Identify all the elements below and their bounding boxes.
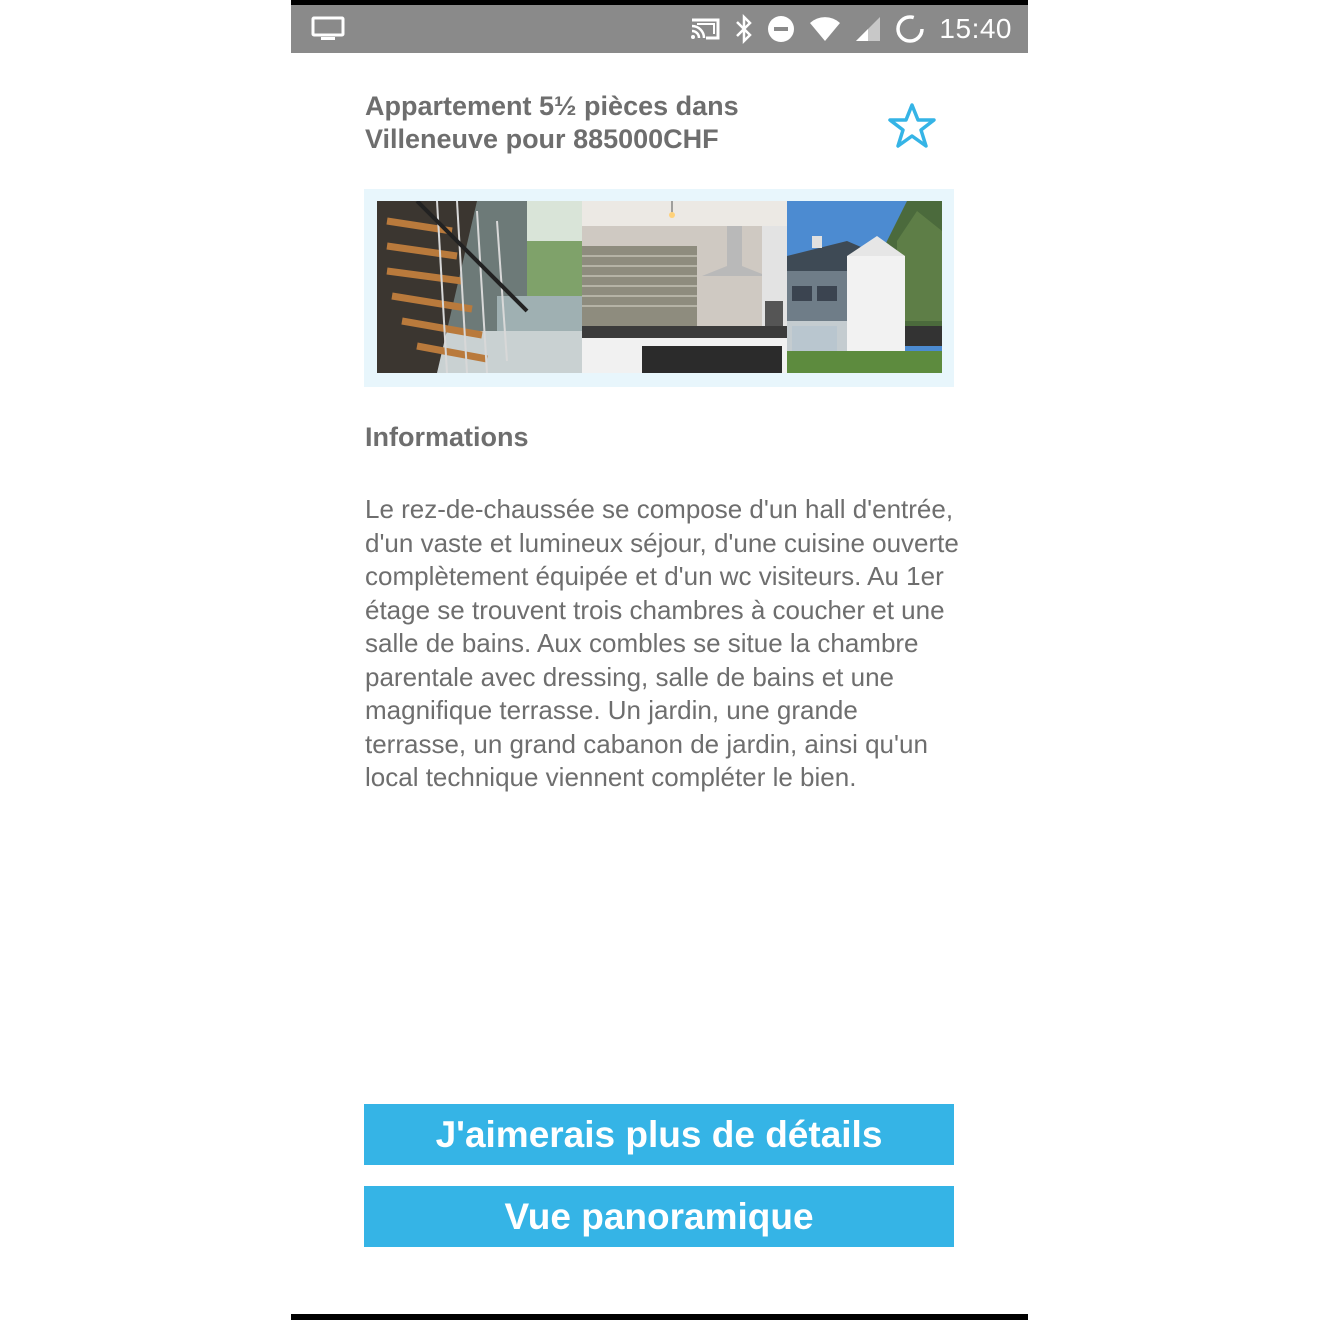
kitchen-photo[interactable]	[582, 201, 787, 373]
screen-icon	[311, 16, 345, 42]
cell-signal-icon	[855, 16, 881, 42]
status-bar: 15:40	[291, 5, 1028, 53]
battery-icon	[895, 14, 925, 44]
listing-title: Appartement 5½ pièces dans Villeneuve po…	[365, 91, 739, 154]
phone-screen: 15:40 Appartement 5½ pièces dans Villene…	[291, 0, 1028, 1320]
photo-gallery[interactable]	[364, 189, 954, 387]
bottom-edge	[291, 1314, 1028, 1320]
do-not-disturb-icon	[767, 15, 795, 43]
house-exterior-photo[interactable]	[787, 201, 942, 373]
cast-icon	[689, 16, 721, 42]
wifi-icon	[809, 16, 841, 42]
star-outline-icon[interactable]	[887, 102, 937, 155]
staircase-photo[interactable]	[377, 201, 582, 373]
more-details-button[interactable]: J'aimerais plus de détails	[364, 1104, 954, 1165]
clock: 15:40	[939, 13, 1012, 44]
section-heading: Informations	[365, 422, 529, 452]
listing-description: Le rez-de-chaussée se compose d'un hall …	[365, 494, 959, 792]
bluetooth-icon	[735, 14, 753, 44]
panoramic-view-button[interactable]: Vue panoramique	[364, 1186, 954, 1247]
